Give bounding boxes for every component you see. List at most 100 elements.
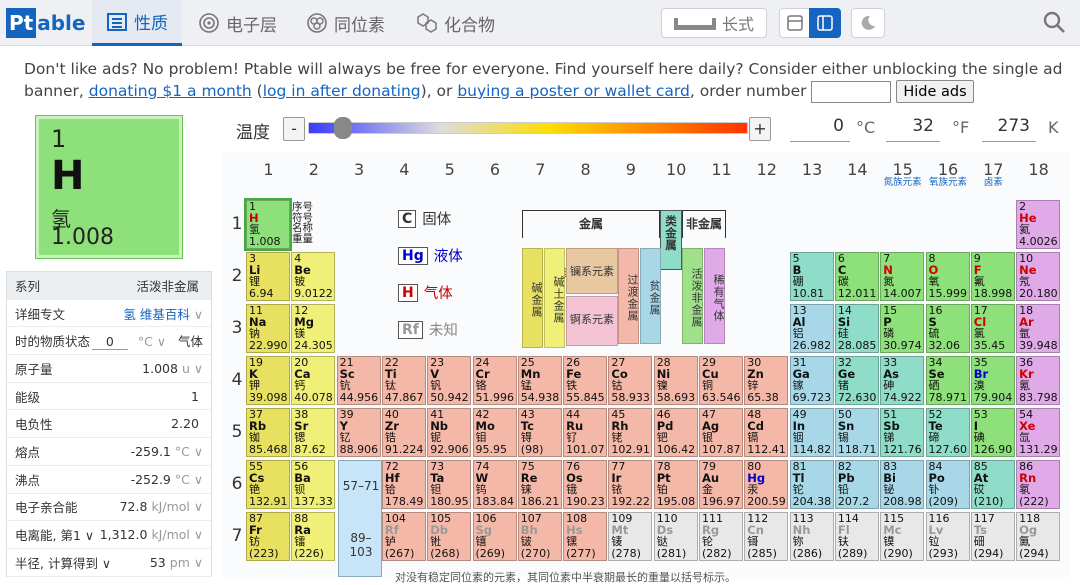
element-Mo[interactable]: 42 Mo 钼 95.95 <box>472 408 517 457</box>
element-Fe[interactable]: 26 Fe 铁 55.845 <box>563 356 608 405</box>
f-block-placeholder[interactable]: 57–71 89–103 <box>338 460 382 577</box>
element-Hs[interactable]: 108 Hs 𬭶 (277) <box>563 512 608 561</box>
property-row[interactable]: 原子量 1.008 u ∨ <box>7 355 211 383</box>
property-row[interactable]: 沸点 -252.9 °C ∨ <box>7 466 211 494</box>
element-Sb[interactable]: 51 Sb 锑 121.76 <box>880 408 925 457</box>
element-He[interactable]: 2 He 氦 4.0026 <box>1016 200 1061 249</box>
element-Co[interactable]: 27 Co 钴 58.933 <box>608 356 653 405</box>
property-row[interactable]: 电子亲合能 72.8 kJ/mol ∨ <box>7 494 211 522</box>
property-row[interactable]: 电负性 2.20 <box>7 410 211 439</box>
element-Nh[interactable]: 113 Nh 鿭 (286) <box>789 512 834 561</box>
tab-compounds[interactable]: 化合物 <box>416 0 495 46</box>
element-Hg[interactable]: 80 Hg 汞 200.59 <box>744 460 789 509</box>
element-At[interactable]: 85 At 砹 (210) <box>970 460 1015 509</box>
element-V[interactable]: 23 V 钒 50.942 <box>427 356 472 405</box>
tab-isotopes[interactable]: 同位素 <box>306 0 385 46</box>
element-In[interactable]: 49 In 铟 114.82 <box>789 408 834 457</box>
element-Bi[interactable]: 83 Bi 铋 208.98 <box>880 460 925 509</box>
category-1[interactable]: 碱土金属 <box>544 248 565 348</box>
element-F[interactable]: 9 F 氟 18.998 <box>970 252 1015 301</box>
element-Mg[interactable]: 12 Mg 镁 24.305 <box>291 304 336 353</box>
wide-layout-button[interactable]: 长式 <box>661 8 767 38</box>
element-Ge[interactable]: 32 Ge 锗 72.630 <box>834 356 879 405</box>
property-unit[interactable]: ∨ <box>194 307 203 322</box>
element-Pd[interactable]: 46 Pd 钯 106.42 <box>653 408 698 457</box>
element-I[interactable]: 53 I 碘 126.90 <box>970 408 1015 457</box>
element-Si[interactable]: 14 Si 硅 28.085 <box>834 304 879 353</box>
element-Rb[interactable]: 37 Rb 铷 85.468 <box>246 408 290 457</box>
element-Cl[interactable]: 17 Cl 氯 35.45 <box>970 304 1015 353</box>
fahrenheit-input[interactable]: 32 <box>886 116 940 142</box>
category-lanthanide[interactable]: 镧系元素 <box>566 248 618 294</box>
property-unit[interactable]: °C ∨ <box>175 444 203 459</box>
property-unit[interactable]: °C ∨ <box>175 472 203 487</box>
element-Ne[interactable]: 10 Ne 氖 20.180 <box>1016 252 1061 301</box>
element-Bh[interactable]: 107 Bh 𬭛 (270) <box>517 512 562 561</box>
element-S[interactable]: 16 S 硫 32.06 <box>925 304 970 353</box>
tab-properties[interactable]: 性质 <box>92 0 182 46</box>
element-Se[interactable]: 34 Se 硒 78.971 <box>925 356 970 405</box>
element-Cs[interactable]: 55 Cs 铯 132.91 <box>246 460 290 509</box>
element-Og[interactable]: 118 Og 鿫 (294) <box>1016 512 1061 561</box>
element-Lv[interactable]: 116 Lv 𫟷 (293) <box>925 512 970 561</box>
property-unit[interactable]: u ∨ <box>182 361 203 376</box>
tab-electrons[interactable]: 电子层 <box>198 0 277 46</box>
element-K[interactable]: 19 K 钾 39.098 <box>246 356 290 405</box>
donate-link[interactable]: donating $1 a month <box>89 82 252 100</box>
kelvin-input[interactable]: 273 <box>982 116 1036 142</box>
element-Ts[interactable]: 117 Ts 鿬 (294) <box>970 512 1015 561</box>
hide-ads-button[interactable]: Hide ads <box>896 80 974 103</box>
element-Kr[interactable]: 36 Kr 氪 83.798 <box>1016 356 1061 405</box>
element-W[interactable]: 74 W 钨 183.84 <box>472 460 517 509</box>
element-C[interactable]: 6 C 碳 12.011 <box>834 252 879 301</box>
category-4[interactable]: 过渡金属 <box>618 248 639 344</box>
element-Al[interactable]: 13 Al 铝 26.982 <box>789 304 834 353</box>
element-Ag[interactable]: 47 Ag 银 107.87 <box>699 408 743 457</box>
category-actinide[interactable]: 锕系元素 <box>566 296 618 346</box>
element-Sr[interactable]: 38 Sr 锶 87.62 <box>291 408 336 457</box>
element-P[interactable]: 15 P 磷 30.974 <box>880 304 925 353</box>
element-Ra[interactable]: 88 Ra 镭 (226) <box>291 512 336 561</box>
element-Ds[interactable]: 110 Ds 𫟼 (281) <box>653 512 698 561</box>
element-Pt[interactable]: 78 Pt 铂 195.08 <box>653 460 698 509</box>
element-Br[interactable]: 35 Br 溴 79.904 <box>970 356 1015 405</box>
property-row[interactable]: 电离能, 第1 ∨ 1,312.0 kJ/mol ∨ <box>7 521 211 549</box>
property-row[interactable]: 熔点 -259.1 °C ∨ <box>7 438 211 466</box>
element-O[interactable]: 8 O 氧 15.999 <box>925 252 970 301</box>
element-Li[interactable]: 3 Li 锂 6.94 <box>246 252 290 301</box>
temp-increase-button[interactable]: + <box>749 117 771 141</box>
element-Mt[interactable]: 109 Mt 鿏 (278) <box>608 512 653 561</box>
celsius-input[interactable]: 0 <box>790 116 850 142</box>
element-Rh[interactable]: 45 Rh 铑 102.91 <box>608 408 653 457</box>
property-row[interactable]: 半径, 计算得到 ∨ 53 pm ∨ <box>7 549 211 577</box>
layout-sidebar-button[interactable] <box>809 8 841 38</box>
element-B[interactable]: 5 B 硼 10.81 <box>789 252 834 301</box>
element-Na[interactable]: 11 Na 钠 22.990 <box>246 304 290 353</box>
category-0[interactable]: 碱金属 <box>522 248 543 348</box>
element-Ru[interactable]: 44 Ru 钌 101.07 <box>563 408 608 457</box>
property-unit[interactable]: kJ/mol ∨ <box>151 527 203 542</box>
category-7[interactable]: 稀有气体 <box>704 248 725 344</box>
property-unit[interactable]: kJ/mol ∨ <box>151 499 203 514</box>
temperature-slider[interactable] <box>308 122 748 134</box>
element-Cu[interactable]: 29 Cu 铜 63.546 <box>699 356 743 405</box>
element-H[interactable]: 1 H 氢 1.008 <box>244 198 292 251</box>
dark-mode-button[interactable] <box>851 8 885 38</box>
element-Ba[interactable]: 56 Ba 钡 137.33 <box>291 460 336 509</box>
element-Ti[interactable]: 22 Ti 钛 47.867 <box>381 356 426 405</box>
order-number-input[interactable] <box>811 80 892 103</box>
temp-decrease-button[interactable]: - <box>283 117 305 141</box>
element-Cn[interactable]: 112 Cn 鿔 (285) <box>744 512 789 561</box>
element-Pb[interactable]: 82 Pb 铅 207.2 <box>834 460 879 509</box>
element-Db[interactable]: 105 Db 𬭊 (268) <box>427 512 472 561</box>
property-unit[interactable]: °C ∨ <box>138 334 166 349</box>
property-row[interactable]: 详细专文 氢 维基百科 ∨ <box>7 300 211 328</box>
login-link[interactable]: log in after donating <box>263 82 421 100</box>
layout-compact-button[interactable] <box>779 8 810 38</box>
poster-link[interactable]: buying a poster or wallet card <box>457 82 690 100</box>
element-Sn[interactable]: 50 Sn 锡 118.71 <box>834 408 879 457</box>
element-Fr[interactable]: 87 Fr 钫 (223) <box>246 512 290 561</box>
element-Zn[interactable]: 30 Zn 锌 65.38 <box>744 356 789 405</box>
property-unit[interactable]: pm ∨ <box>170 555 203 570</box>
search-icon[interactable] <box>1042 10 1066 34</box>
